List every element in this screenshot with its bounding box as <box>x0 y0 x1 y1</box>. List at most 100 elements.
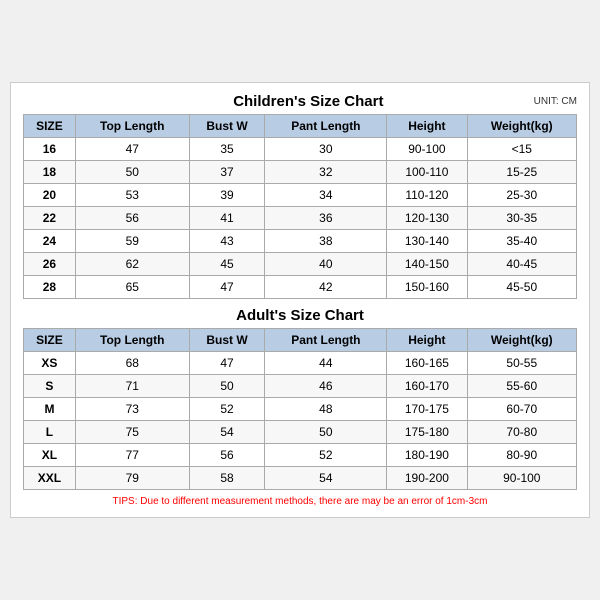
table-cell: 52 <box>265 444 387 467</box>
table-cell: 32 <box>265 161 387 184</box>
table-cell: 60-70 <box>467 398 576 421</box>
adult-table: SIZE Top Length Bust W Pant Length Heigh… <box>23 328 577 490</box>
adult-header-row: SIZE Top Length Bust W Pant Length Heigh… <box>24 329 577 352</box>
table-cell: 190-200 <box>387 467 467 490</box>
header-size: SIZE <box>24 115 76 138</box>
table-cell: XL <box>24 444 76 467</box>
table-cell: 47 <box>75 138 189 161</box>
table-cell: 22 <box>24 207 76 230</box>
table-row: 24594338130-14035-40 <box>24 230 577 253</box>
table-cell: 46 <box>265 375 387 398</box>
table-cell: 50-55 <box>467 352 576 375</box>
table-row: XS684744160-16550-55 <box>24 352 577 375</box>
table-cell: 43 <box>189 230 265 253</box>
table-cell: 50 <box>189 375 265 398</box>
table-cell: S <box>24 375 76 398</box>
table-cell: 39 <box>189 184 265 207</box>
table-cell: 130-140 <box>387 230 467 253</box>
table-cell: 35-40 <box>467 230 576 253</box>
table-row: 26624540140-15040-45 <box>24 253 577 276</box>
table-cell: 47 <box>189 276 265 299</box>
table-cell: 40-45 <box>467 253 576 276</box>
adult-table-head: SIZE Top Length Bust W Pant Length Heigh… <box>24 329 577 352</box>
unit-label: UNIT: CM <box>534 96 577 107</box>
table-cell: 54 <box>189 421 265 444</box>
table-cell: 35 <box>189 138 265 161</box>
table-row: 1647353090-100<15 <box>24 138 577 161</box>
table-cell: 45 <box>189 253 265 276</box>
table-cell: 59 <box>75 230 189 253</box>
table-cell: 65 <box>75 276 189 299</box>
table-cell: 52 <box>189 398 265 421</box>
adult-section: Adult's Size Chart SIZE Top Length Bust … <box>23 307 577 490</box>
table-row: 18503732100-11015-25 <box>24 161 577 184</box>
table-cell: 56 <box>189 444 265 467</box>
table-row: XXL795854190-20090-100 <box>24 467 577 490</box>
table-cell: M <box>24 398 76 421</box>
table-cell: 73 <box>75 398 189 421</box>
adult-header-weight: Weight(kg) <box>467 329 576 352</box>
adult-header-bust-w: Bust W <box>189 329 265 352</box>
table-cell: XS <box>24 352 76 375</box>
table-cell: 42 <box>265 276 387 299</box>
table-cell: 47 <box>189 352 265 375</box>
table-cell: 37 <box>189 161 265 184</box>
table-cell: 120-130 <box>387 207 467 230</box>
children-table-head: SIZE Top Length Bust W Pant Length Heigh… <box>24 115 577 138</box>
table-cell: 30 <box>265 138 387 161</box>
table-cell: 100-110 <box>387 161 467 184</box>
table-cell: 53 <box>75 184 189 207</box>
table-cell: 18 <box>24 161 76 184</box>
table-row: 22564136120-13030-35 <box>24 207 577 230</box>
table-cell: 62 <box>75 253 189 276</box>
table-cell: 38 <box>265 230 387 253</box>
table-cell: 56 <box>75 207 189 230</box>
adult-header-height: Height <box>387 329 467 352</box>
table-cell: 55-60 <box>467 375 576 398</box>
table-cell: 25-30 <box>467 184 576 207</box>
table-cell: 41 <box>189 207 265 230</box>
table-cell: 110-120 <box>387 184 467 207</box>
header-pant-length: Pant Length <box>265 115 387 138</box>
adult-header-size: SIZE <box>24 329 76 352</box>
children-title: Children's Size Chart <box>83 93 534 110</box>
table-row: S715046160-17055-60 <box>24 375 577 398</box>
table-cell: 160-170 <box>387 375 467 398</box>
adult-table-body: XS684744160-16550-55S715046160-17055-60M… <box>24 352 577 490</box>
table-cell: 20 <box>24 184 76 207</box>
header-height: Height <box>387 115 467 138</box>
table-cell: 170-175 <box>387 398 467 421</box>
table-cell: 30-35 <box>467 207 576 230</box>
table-cell: 80-90 <box>467 444 576 467</box>
table-cell: 44 <box>265 352 387 375</box>
children-table-body: 1647353090-100<1518503732100-11015-25205… <box>24 138 577 299</box>
adult-title: Adult's Size Chart <box>23 307 577 324</box>
table-cell: 68 <box>75 352 189 375</box>
table-cell: 180-190 <box>387 444 467 467</box>
table-cell: 16 <box>24 138 76 161</box>
table-cell: 24 <box>24 230 76 253</box>
table-row: L755450175-18070-80 <box>24 421 577 444</box>
table-cell: XXL <box>24 467 76 490</box>
table-cell: 79 <box>75 467 189 490</box>
children-table: SIZE Top Length Bust W Pant Length Heigh… <box>23 114 577 299</box>
table-cell: 36 <box>265 207 387 230</box>
table-cell: 28 <box>24 276 76 299</box>
header-bust-w: Bust W <box>189 115 265 138</box>
table-cell: 50 <box>75 161 189 184</box>
table-row: 20533934110-12025-30 <box>24 184 577 207</box>
table-row: XL775652180-19080-90 <box>24 444 577 467</box>
header-top-length: Top Length <box>75 115 189 138</box>
table-cell: 160-165 <box>387 352 467 375</box>
table-cell: 50 <box>265 421 387 444</box>
table-cell: 150-160 <box>387 276 467 299</box>
table-cell: 34 <box>265 184 387 207</box>
table-cell: L <box>24 421 76 444</box>
table-cell: 40 <box>265 253 387 276</box>
children-header-row: SIZE Top Length Bust W Pant Length Heigh… <box>24 115 577 138</box>
table-cell: 58 <box>189 467 265 490</box>
table-cell: 140-150 <box>387 253 467 276</box>
children-title-row: Children's Size Chart UNIT: CM <box>23 93 577 110</box>
adult-header-top-length: Top Length <box>75 329 189 352</box>
table-cell: 54 <box>265 467 387 490</box>
